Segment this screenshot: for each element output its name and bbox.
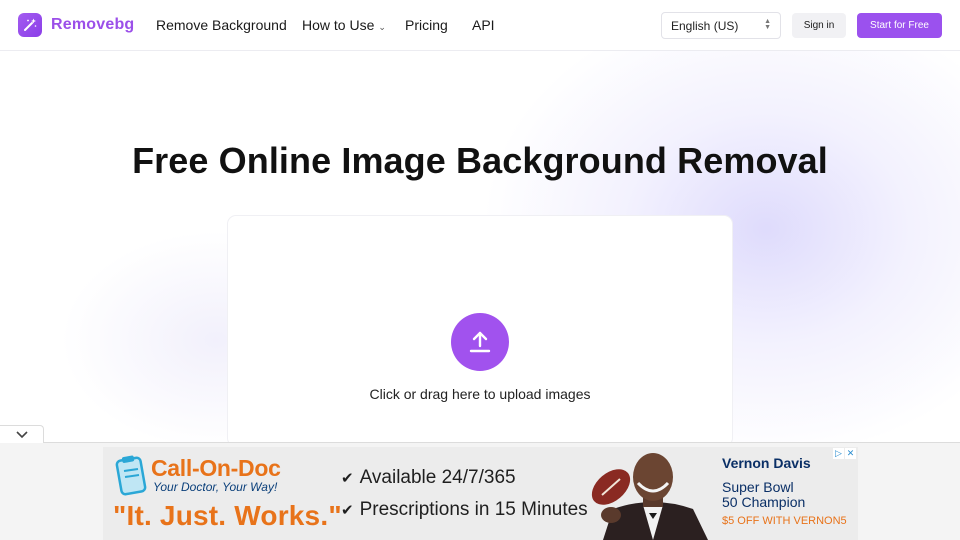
ad-collapse-button[interactable]	[0, 425, 44, 443]
check-icon: ✔	[341, 470, 354, 487]
check-icon: ✔	[341, 502, 354, 519]
upload-instructions: Click or drag here to upload images	[369, 386, 591, 402]
page-title: Free Online Image Background Removal	[132, 140, 828, 181]
ad-brand: Call-On-Doc	[151, 455, 281, 481]
nav-how-to-use-label: How to Use	[302, 17, 375, 33]
upload-dropzone[interactable]: Click or drag here to upload images	[228, 216, 732, 446]
person-with-football-image	[591, 453, 708, 540]
brand-logo[interactable]: Removebg	[18, 13, 134, 37]
ad-tagline: Your Doctor, Your Way!	[153, 480, 278, 494]
ad-person-line: 50 Champion	[722, 494, 806, 510]
upload-arrow-icon	[469, 331, 491, 353]
nav-remove-background[interactable]: Remove Background	[156, 17, 287, 33]
ad-choices-icon[interactable]: ▷	[833, 448, 844, 459]
sign-in-button[interactable]: Sign in	[792, 13, 846, 38]
close-icon[interactable]: ✕	[845, 448, 856, 459]
nav-how-to-use[interactable]: How to Use ⌄	[302, 17, 386, 33]
brand-name: Removebg	[51, 16, 135, 33]
ad-bullet-text: Available 24/7/365	[359, 467, 516, 488]
language-select[interactable]: English (US) ▲ ▼	[661, 12, 781, 39]
clipboard-phone-icon	[115, 455, 147, 496]
chevron-down-icon: ⌄	[378, 22, 386, 32]
ad-person-name: Vernon Davis	[722, 455, 811, 471]
ad-bullet-text: Prescriptions in 15 Minutes	[359, 499, 588, 520]
nav-pricing[interactable]: Pricing	[405, 17, 448, 33]
ad-bullet: ✔ Available 24/7/365	[341, 467, 516, 489]
advertisement-banner[interactable]: Call-On-Doc Your Doctor, Your Way! "It. …	[103, 447, 858, 540]
site-header: Removebg Remove Background How to Use ⌄ P…	[0, 0, 960, 51]
ad-slogan: "It. Just. Works."	[113, 500, 342, 531]
ad-person-line: Super Bowl	[722, 479, 794, 495]
chevron-down-icon	[15, 430, 28, 438]
start-for-free-button[interactable]: Start for Free	[857, 13, 942, 38]
language-value: English (US)	[671, 19, 739, 33]
nav-api[interactable]: API	[472, 17, 495, 33]
ad-offer: $5 OFF WITH VERNON5	[722, 515, 847, 527]
magic-wand-icon	[18, 13, 42, 37]
ad-bullet: ✔ Prescriptions in 15 Minutes	[341, 499, 588, 521]
select-arrows-icon: ▲ ▼	[764, 18, 771, 31]
upload-button[interactable]	[451, 313, 509, 371]
ad-choices[interactable]: ▷ ✕	[832, 448, 856, 459]
